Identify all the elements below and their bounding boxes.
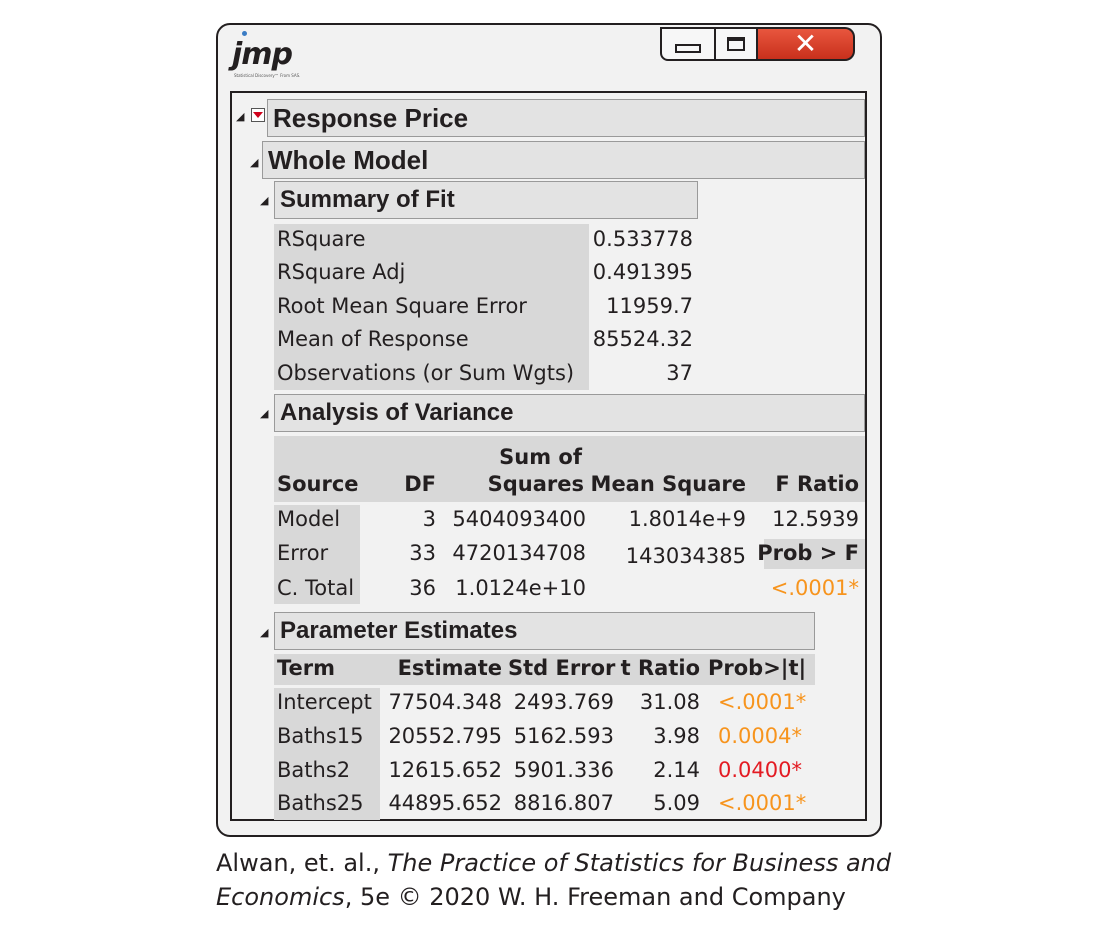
param-term: Baths15 <box>277 724 364 748</box>
summary-value: 85524.32 <box>592 327 693 351</box>
summary-value: 37 <box>666 361 693 385</box>
anova-ms: 143034385 <box>625 544 746 568</box>
param-term: Baths2 <box>277 758 351 782</box>
figure-caption: Alwan, et. al., The Practice of Statisti… <box>216 846 891 914</box>
summary-label: RSquare Adj <box>277 260 406 284</box>
param-term: Baths25 <box>277 791 364 815</box>
close-button[interactable]: ✕ <box>758 27 855 61</box>
disclosure-triangle-icon[interactable]: ◢ <box>236 110 244 123</box>
anova-f: 12.5939 <box>772 507 859 531</box>
caption-authors: Alwan, et. al., <box>216 849 388 877</box>
parameter-estimates-header[interactable]: Parameter Estimates <box>274 612 815 650</box>
param-prob: 0.0004* <box>718 724 802 748</box>
caption-line-2: Economics, 5e © 2020 W. H. Freeman and C… <box>216 880 891 914</box>
param-std-error: 5162.593 <box>513 724 614 748</box>
anova-col-f: F Ratio <box>775 472 859 496</box>
disclosure-triangle-icon[interactable]: ◢ <box>260 626 268 639</box>
anova-col-ss: Squares <box>487 472 584 496</box>
summary-value: 11959.7 <box>606 294 693 318</box>
disclosure-triangle-icon[interactable]: ◢ <box>260 407 268 420</box>
response-price-header[interactable]: Response Price <box>267 99 865 137</box>
anova-col-source: Source <box>277 472 359 496</box>
anova-df: 33 <box>409 541 436 565</box>
minimize-button[interactable] <box>660 27 716 61</box>
param-t-ratio: 31.08 <box>639 690 700 714</box>
anova-ss: 4720134708 <box>452 541 586 565</box>
param-prob: <.0001* <box>718 690 807 714</box>
params-col-term: Term <box>277 656 336 680</box>
param-term: Intercept <box>277 690 372 714</box>
caption-book-title-cont: Economics <box>216 883 345 911</box>
window-controls: ✕ <box>660 27 855 61</box>
params-col-prob: Prob>|t| <box>708 656 807 680</box>
disclosure-triangle-icon[interactable]: ◢ <box>250 156 258 169</box>
jmp-report-window: jmp Statistical Discovery™ From SAS. ✕ ◢… <box>216 23 882 837</box>
anova-ss: 1.0124e+10 <box>455 576 586 600</box>
jmp-logo-tagline: Statistical Discovery™ From SAS. <box>234 73 301 78</box>
param-std-error: 8816.807 <box>513 791 614 815</box>
param-std-error: 5901.336 <box>513 758 614 782</box>
jmp-logo: jmp <box>232 31 293 72</box>
param-estimate: 44895.652 <box>388 791 502 815</box>
report-pane: ◢ Response Price ◢ Whole Model ◢ Summary… <box>230 91 867 821</box>
param-estimate: 20552.795 <box>388 724 502 748</box>
caption-edition-publisher: , 5e © 2020 W. H. Freeman and Company <box>344 883 846 911</box>
summary-label: Mean of Response <box>277 327 469 351</box>
disclosure-triangle-icon[interactable]: ◢ <box>260 194 268 207</box>
anova-df: 3 <box>422 507 436 531</box>
summary-label: Observations (or Sum Wgts) <box>277 361 575 385</box>
maximize-icon <box>727 37 745 51</box>
param-estimate: 12615.652 <box>388 758 502 782</box>
param-estimate: 77504.348 <box>388 690 502 714</box>
param-t-ratio: 2.14 <box>653 758 700 782</box>
param-std-error: 2493.769 <box>513 690 614 714</box>
caption-book-title: The Practice of Statistics for Business … <box>387 849 892 877</box>
params-col-t-ratio: t Ratio <box>620 656 700 680</box>
red-triangle-menu-icon[interactable] <box>251 108 265 122</box>
summary-value: 0.533778 <box>592 227 693 251</box>
analysis-of-variance-header[interactable]: Analysis of Variance <box>274 394 865 432</box>
anova-ss: 5404093400 <box>452 507 586 531</box>
anova-col-df: DF <box>404 472 436 496</box>
anova-source: Model <box>277 507 341 531</box>
param-prob: <.0001* <box>718 791 807 815</box>
anova-col-ss-top: Sum of <box>499 445 582 469</box>
summary-label: Root Mean Square Error <box>277 294 527 318</box>
anova-df: 36 <box>409 576 436 600</box>
param-t-ratio: 5.09 <box>653 791 700 815</box>
summary-label: RSquare <box>277 227 366 251</box>
prob-f-value: <.0001* <box>770 576 859 600</box>
anova-col-ms: Mean Square <box>590 472 746 496</box>
summary-of-fit-header[interactable]: Summary of Fit <box>274 181 698 219</box>
params-col-estimate: Estimate <box>397 656 502 680</box>
minimize-icon <box>675 43 701 53</box>
maximize-button[interactable] <box>716 27 758 61</box>
param-t-ratio: 3.98 <box>653 724 700 748</box>
summary-value: 0.491395 <box>592 260 693 284</box>
params-col-std-error: Std Error <box>508 656 616 680</box>
caption-line-1: Alwan, et. al., The Practice of Statisti… <box>216 846 891 880</box>
param-prob: 0.0400* <box>718 758 802 782</box>
whole-model-header[interactable]: Whole Model <box>262 141 865 179</box>
close-icon: ✕ <box>793 27 818 60</box>
anova-ms: 1.8014e+9 <box>628 507 746 531</box>
anova-source: Error <box>277 541 329 565</box>
prob-f-label: Prob > F <box>757 541 859 565</box>
anova-source: C. Total <box>277 576 355 600</box>
